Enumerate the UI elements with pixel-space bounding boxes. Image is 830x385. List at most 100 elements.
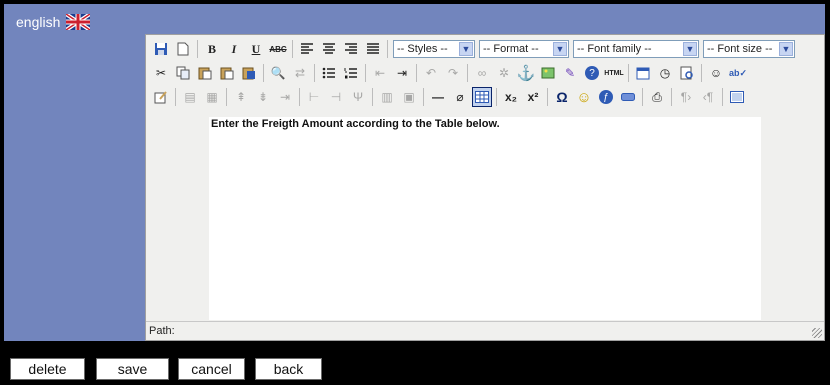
redo-icon[interactable]: ↷	[443, 63, 463, 83]
align-center-icon[interactable]	[319, 39, 339, 59]
toolbar-separator	[314, 64, 315, 82]
format-select[interactable]: -- Format -- ▼	[479, 40, 569, 58]
save-button[interactable]: save	[96, 358, 169, 380]
toolbar-separator	[423, 88, 424, 106]
toolbar-separator	[496, 88, 497, 106]
font-family-select-value: -- Font family --	[577, 43, 652, 55]
toolbar-separator	[722, 88, 723, 106]
back-button[interactable]: back	[255, 358, 322, 380]
insert-time-icon[interactable]: ◷	[655, 63, 675, 83]
toolbar-separator	[372, 88, 373, 106]
toolbar-separator	[175, 88, 176, 106]
fullscreen-icon[interactable]	[727, 87, 747, 107]
font-family-select[interactable]: -- Font family -- ▼	[573, 40, 699, 58]
font-size-select[interactable]: -- Font size -- ▼	[703, 40, 795, 58]
main-panel: english B I U ABC -- Styles -- ▼ -- Form…	[4, 4, 825, 341]
language-label: english	[16, 14, 61, 30]
chevron-down-icon[interactable]: ▼	[779, 42, 793, 56]
delete-button[interactable]: delete	[10, 358, 85, 380]
italic-button[interactable]: I	[224, 39, 244, 59]
remove-format-icon[interactable]: ⌀	[450, 87, 470, 107]
row-after-icon[interactable]: ⇟	[253, 87, 273, 107]
media-icon[interactable]	[618, 87, 638, 107]
align-right-icon[interactable]	[341, 39, 361, 59]
edit-icon[interactable]	[151, 87, 171, 107]
rtl-icon[interactable]: ‹¶	[698, 87, 718, 107]
row-before-icon[interactable]: ⇞	[231, 87, 251, 107]
chevron-down-icon[interactable]: ▼	[553, 42, 567, 56]
find-icon[interactable]: 🔍	[268, 63, 288, 83]
outdent-icon[interactable]: ⇤	[370, 63, 390, 83]
link-icon[interactable]: ∞	[472, 63, 492, 83]
editor-content-area[interactable]: Enter the Freigth Amount according to th…	[209, 117, 761, 320]
toolbar-separator	[628, 64, 629, 82]
emotions-icon[interactable]: ☺	[706, 63, 726, 83]
align-justify-icon[interactable]	[363, 39, 383, 59]
print-icon[interactable]: ⎙	[647, 87, 667, 107]
horizontal-rule-icon[interactable]: —	[428, 87, 448, 107]
styles-select-value: -- Styles --	[397, 43, 448, 55]
delete-row-icon[interactable]: ⇥	[275, 87, 295, 107]
toolbar-separator	[299, 88, 300, 106]
bullet-list-icon[interactable]	[319, 63, 339, 83]
strikethrough-button[interactable]: ABC	[268, 39, 288, 59]
help-icon[interactable]: ?	[582, 63, 602, 83]
smiley-icon[interactable]: ☺	[574, 87, 594, 107]
ltr-icon[interactable]: ¶›	[676, 87, 696, 107]
superscript-icon[interactable]: x²	[523, 87, 543, 107]
copy-icon[interactable]	[173, 63, 193, 83]
align-left-icon[interactable]	[297, 39, 317, 59]
flash-icon[interactable]: ƒ	[596, 87, 616, 107]
image-icon[interactable]	[538, 63, 558, 83]
paste-word-icon[interactable]	[239, 63, 259, 83]
underline-button[interactable]: U	[246, 39, 266, 59]
cut-icon[interactable]: ✂	[151, 63, 171, 83]
table-cell-props-icon[interactable]: ▦	[202, 87, 222, 107]
cancel-button[interactable]: cancel	[178, 358, 245, 380]
subscript-icon[interactable]: x₂	[501, 87, 521, 107]
toolbar-separator	[226, 88, 227, 106]
paste-text-icon[interactable]	[217, 63, 237, 83]
anchor-icon[interactable]: ⚓	[516, 63, 536, 83]
replace-icon[interactable]: ⇄	[290, 63, 310, 83]
toolbar-row-3: ▤ ▦ ⇞ ⇟ ⇥ ⊢ ⊣ Ψ ▥ ▣ — ⌀ x₂ x² Ω ☺ ƒ ⎙ ¶›…	[150, 85, 748, 109]
toolbar-separator	[197, 40, 198, 58]
save-icon[interactable]	[151, 39, 171, 59]
undo-icon[interactable]: ↶	[421, 63, 441, 83]
spellcheck-icon[interactable]: ab✓	[728, 63, 748, 83]
resize-grip-icon[interactable]	[812, 328, 822, 338]
toolbar-separator	[701, 64, 702, 82]
cleanup-icon[interactable]: ✎	[560, 63, 580, 83]
insert-date-icon[interactable]	[633, 63, 653, 83]
unlink-icon[interactable]: ✲	[494, 63, 514, 83]
toolbar-separator	[292, 40, 293, 58]
rich-text-editor: B I U ABC -- Styles -- ▼ -- Format -- ▼ …	[145, 34, 825, 341]
numbered-list-icon[interactable]	[341, 63, 361, 83]
special-char-icon[interactable]: Ω	[552, 87, 572, 107]
preview-icon[interactable]	[677, 63, 697, 83]
table-icon[interactable]	[472, 87, 492, 107]
uk-flag-icon	[66, 14, 91, 30]
toolbar-separator	[416, 64, 417, 82]
toolbar-separator	[263, 64, 264, 82]
toolbar-separator	[387, 40, 388, 58]
table-row-props-icon[interactable]: ▤	[180, 87, 200, 107]
new-document-icon[interactable]	[173, 39, 193, 59]
split-cells-icon[interactable]: ▥	[377, 87, 397, 107]
bold-button[interactable]: B	[202, 39, 222, 59]
delete-col-icon[interactable]: Ψ	[348, 87, 368, 107]
col-after-icon[interactable]: ⊣	[326, 87, 346, 107]
editor-statusbar: Path:	[146, 321, 824, 340]
toolbar-separator	[642, 88, 643, 106]
editor-content-text[interactable]: Enter the Freigth Amount according to th…	[209, 117, 761, 131]
font-size-select-value: -- Font size --	[707, 43, 773, 55]
html-source-icon[interactable]: HTML	[604, 63, 624, 83]
format-select-value: -- Format --	[483, 43, 539, 55]
merge-cells-icon[interactable]: ▣	[399, 87, 419, 107]
chevron-down-icon[interactable]: ▼	[683, 42, 697, 56]
indent-icon[interactable]: ⇥	[392, 63, 412, 83]
col-before-icon[interactable]: ⊢	[304, 87, 324, 107]
chevron-down-icon[interactable]: ▼	[459, 42, 473, 56]
paste-icon[interactable]	[195, 63, 215, 83]
styles-select[interactable]: -- Styles -- ▼	[393, 40, 475, 58]
